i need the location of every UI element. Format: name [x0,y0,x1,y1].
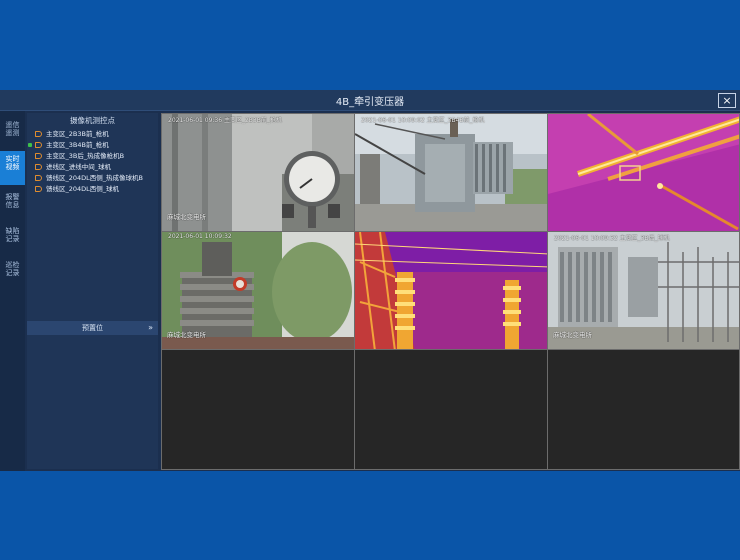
nav-item-patrol-record[interactable]: 巡检 记录 [0,257,25,291]
video-grid: 2021-06-01 09:36 主变区_2B3B前_枪机 麻城北变电所 202… [161,113,740,470]
camera-icon [35,186,42,192]
camera-icon [35,142,42,148]
nav-label: 遥信 [5,121,20,129]
left-nav: 遥信 遥测 实时 视频 报警 信息 缺陷 记录 巡检 记录 [0,111,25,471]
chevron-down-icon[interactable]: » [148,321,153,335]
camera-item[interactable]: 馈线区_204DL西侧_球机 [27,184,158,195]
video-cell[interactable]: 2021-06-01 10:09:32 主变区_3B后_球机 麻城北变电所 [547,231,740,350]
nav-label: 信息 [5,201,20,209]
video-frame-thermal-insulators [355,232,547,349]
video-frame-thermal-lines [548,114,739,231]
nav-label: 记录 [5,269,20,277]
video-frame-transformer [355,114,547,231]
camera-item[interactable]: 主变区_3B后_热成像枪机B [27,151,158,162]
camera-item[interactable]: 进线区_进线中间_球机 [27,162,158,173]
video-timestamp: 2021-06-01 09:36 主变区_2B3B前_枪机 [168,117,282,124]
nav-label: 遥测 [5,129,20,137]
window-title: 4B_牵引变压器 [335,97,405,108]
video-timestamp: 2021-06-01 10:09:32 主变区_3B后_球机 [554,235,670,242]
camera-label: 馈线区_204DL西侧_球机 [46,185,120,193]
video-cell[interactable] [547,113,740,232]
nav-item-defect-record[interactable]: 缺陷 记录 [0,223,25,257]
nav-label: 巡检 [5,261,20,269]
video-cell[interactable]: 2021-06-01 10:09:32 麻城北变电所 [161,231,355,350]
camera-icon [35,153,42,159]
nav-item-telemetry[interactable]: 遥信 遥测 [0,117,25,151]
station-name: 麻城北变电所 [167,331,206,339]
main-window: 4B_牵引变压器 × 遥信 遥测 实时 视频 报警 信息 缺陷 记录 巡检 记录… [0,90,740,471]
camera-label: 主变区_2B3B前_枪机 [46,130,109,138]
nav-label: 视频 [5,163,20,171]
preset-bar[interactable]: 预置位 » [27,321,158,335]
camera-label: 进线区_进线中间_球机 [46,163,111,171]
video-cell-empty[interactable] [547,349,740,470]
camera-label: 馈线区_204DL西侧_热成像球机B [46,174,143,182]
nav-item-alarm-info[interactable]: 报警 信息 [0,189,25,223]
nav-label: 实时 [5,155,20,163]
camera-item[interactable]: 主变区_3B4B前_枪机 [27,140,158,151]
camera-icon [35,175,42,181]
camera-label: 主变区_3B后_热成像枪机B [46,152,125,160]
video-cell[interactable]: 2021-06-01 10:09:02 主变区_3B4B前_枪机 [354,113,548,232]
title-bar: 4B_牵引变压器 × [0,90,740,111]
nav-item-live-video[interactable]: 实时 视频 [0,151,25,185]
video-timestamp: 2021-06-01 10:09:02 主变区_3B4B前_枪机 [361,117,485,124]
station-name: 麻城北变电所 [167,213,206,221]
nav-label: 记录 [5,235,20,243]
camera-item[interactable]: 主变区_2B3B前_枪机 [27,129,158,140]
close-icon[interactable]: × [718,93,736,108]
video-cell[interactable]: 2021-06-01 09:36 主变区_2B3B前_枪机 麻城北变电所 [161,113,355,232]
camera-icon [35,164,42,170]
nav-label: 报警 [5,193,20,201]
camera-panel: 摄像机测控点 主变区_2B3B前_枪机 主变区_3B4B前_枪机 主变区_3B后… [27,113,158,469]
camera-panel-title: 摄像机测控点 [70,116,115,125]
station-name: 麻城北变电所 [553,331,592,339]
nav-label: 缺陷 [5,227,20,235]
video-cell-empty[interactable] [354,349,548,470]
camera-icon [35,131,42,137]
video-cell[interactable] [354,231,548,350]
camera-label: 主变区_3B4B前_枪机 [46,141,109,149]
video-cell-empty[interactable] [161,349,355,470]
camera-item[interactable]: 馈线区_204DL西侧_热成像球机B [27,173,158,184]
video-timestamp: 2021-06-01 10:09:32 [168,233,232,240]
preset-label: 预置位 [82,324,103,332]
